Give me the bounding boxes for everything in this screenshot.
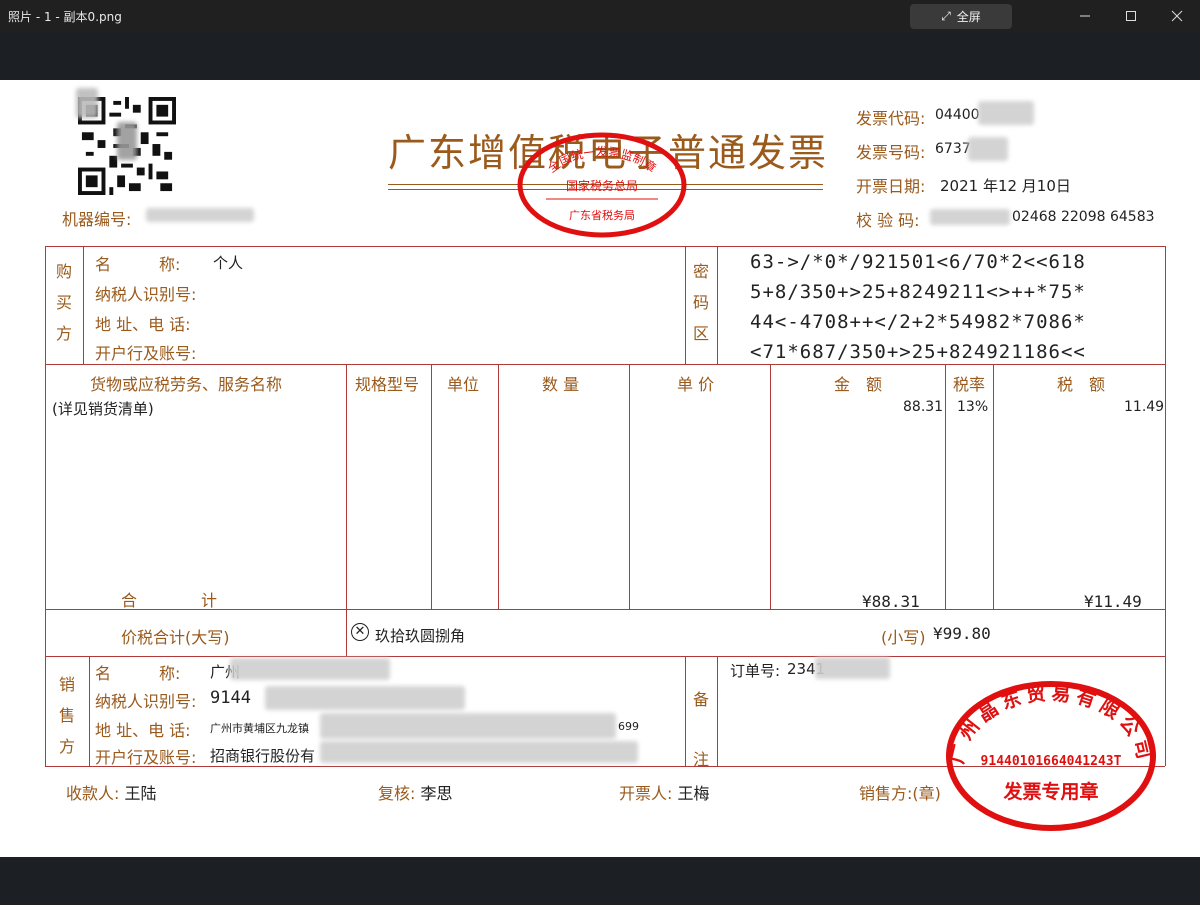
col-header-quantity: 数 量 bbox=[542, 375, 580, 394]
invoice-date-value: 2021 年12 月10日 bbox=[940, 177, 1071, 195]
fullscreen-label: 全屏 bbox=[956, 10, 981, 24]
machine-no-label: 机器编号: bbox=[62, 210, 132, 229]
redaction bbox=[230, 658, 390, 680]
reviewer-field: 复核: 李思 bbox=[378, 784, 453, 803]
redaction bbox=[930, 209, 1010, 225]
payee-name: 王陆 bbox=[124, 784, 157, 803]
total-tax: ¥11.49 bbox=[1084, 592, 1142, 611]
invoice-date-label: 开票日期: bbox=[856, 177, 926, 196]
invoice-number-label: 发票号码: bbox=[856, 143, 926, 162]
stamp-top-text: 全国统一发票监制章 bbox=[545, 144, 660, 175]
payee-field: 收款人: 王陆 bbox=[66, 784, 157, 803]
cipher-line: 5+8/350+>25+8249211<>++*75* bbox=[750, 281, 1086, 303]
invoice-code-label: 发票代码: bbox=[856, 109, 926, 128]
drawer-name: 王梅 bbox=[677, 784, 710, 803]
col-header-unit: 单位 bbox=[447, 375, 480, 394]
item-amount: 88.31 bbox=[903, 399, 944, 415]
minimize-icon bbox=[1080, 15, 1090, 17]
grand-total-label: 价税合计(大写) bbox=[121, 628, 230, 647]
redaction bbox=[320, 741, 638, 763]
grand-total-small-value: ¥99.80 bbox=[933, 624, 991, 643]
redaction bbox=[978, 101, 1034, 125]
seller-tax-id-label: 纳税人识别号: bbox=[95, 692, 197, 711]
svg-text:全国统一发票监制章: 全国统一发票监制章 bbox=[545, 144, 660, 175]
maximize-icon bbox=[1126, 11, 1136, 21]
total-amount: ¥88.31 bbox=[862, 592, 920, 611]
item-tax: 11.49 bbox=[1124, 399, 1165, 415]
col-header-tax-amount: 税 额 bbox=[1057, 375, 1106, 394]
stamp-bottom-text: 广东省税务局 bbox=[569, 208, 635, 222]
reviewer-name: 李思 bbox=[420, 784, 453, 803]
invoice-code-value: 04400 bbox=[935, 107, 980, 123]
seller-seal-label: 销售方:(章) bbox=[859, 784, 941, 803]
buyer-side-label: 购买方 bbox=[55, 262, 72, 343]
close-icon bbox=[1171, 10, 1183, 22]
check-code-label: 校 验 码: bbox=[856, 211, 920, 230]
col-header-spec: 规格型号 bbox=[355, 375, 420, 394]
drawer-field: 开票人: 王梅 bbox=[619, 784, 710, 803]
cipher-line: 63->/*0*/921501<6/70*2<<618 bbox=[750, 251, 1086, 273]
seller-side-label: 销售方 bbox=[58, 675, 75, 756]
viewer-top-strip bbox=[0, 32, 1200, 80]
seller-tax-id-value: 9144 bbox=[210, 688, 251, 708]
seller-bank-label: 开户行及账号: bbox=[95, 748, 197, 767]
buyer-name-label: 名 称: bbox=[95, 255, 181, 274]
buyer-tax-id-label: 纳税人识别号: bbox=[95, 285, 197, 304]
invoice-number-value: 6737 bbox=[935, 141, 971, 157]
minimize-button[interactable] bbox=[1062, 0, 1108, 32]
redaction bbox=[117, 122, 137, 160]
tax-bureau-stamp-icon: 全国统一发票监制章 国家税务总局 广东省税务局 bbox=[517, 132, 687, 238]
seal-tax-no: 91440101664041243T bbox=[981, 754, 1122, 769]
grand-total-upper: 玖拾玖圆捌角 bbox=[375, 627, 466, 645]
viewer-bottom-strip bbox=[0, 857, 1200, 905]
col-header-tax-rate: 税率 bbox=[953, 375, 986, 394]
seller-name-label: 名 称: bbox=[95, 664, 181, 683]
total-label-b: 计 bbox=[201, 591, 218, 610]
order-number-label: 订单号: bbox=[730, 662, 781, 680]
redaction bbox=[320, 713, 616, 739]
circle-x-icon: ✕ bbox=[351, 623, 369, 641]
seller-address-value: 广州市黄埔区九龙镇 bbox=[210, 722, 309, 735]
seller-address-tail: 699 bbox=[618, 720, 639, 733]
total-label-a: 合 bbox=[121, 591, 138, 610]
col-header-unit-price: 单 价 bbox=[677, 375, 715, 394]
window-titlebar: 照片 - 1 - 副本0.png ⤢ 全屏 bbox=[0, 0, 1200, 32]
col-header-amount: 金 额 bbox=[834, 375, 883, 394]
remarks-side-label: 备注 bbox=[692, 690, 709, 769]
cipher-line: 44<-4708++</2+2*54982*7086* bbox=[750, 311, 1086, 333]
redaction bbox=[76, 88, 98, 118]
redaction bbox=[815, 657, 890, 679]
maximize-button[interactable] bbox=[1108, 0, 1154, 32]
cipher-side-label: 密码区 bbox=[692, 262, 709, 343]
check-code-value: 02468 22098 64583 bbox=[1012, 209, 1155, 225]
seller-address-label: 地 址、电 话: bbox=[95, 721, 191, 740]
buyer-address-label: 地 址、电 话: bbox=[95, 315, 191, 334]
stamp-mid-text: 国家税务总局 bbox=[566, 178, 638, 193]
redaction bbox=[968, 137, 1008, 161]
expand-icon: ⤢ bbox=[941, 9, 951, 23]
invoice-image: 机器编号: 广东增值税电子普通发票 全国统一发票监制章 国家税务总局 广东省税务… bbox=[0, 80, 1200, 857]
redaction bbox=[265, 686, 465, 710]
seal-caption: 发票专用章 bbox=[1002, 780, 1098, 803]
item-name: (详见销货清单) bbox=[52, 400, 154, 418]
fullscreen-button[interactable]: ⤢ 全屏 bbox=[910, 4, 1012, 29]
seller-bank-value: 招商银行股份有 bbox=[210, 747, 316, 765]
close-button[interactable] bbox=[1154, 0, 1200, 32]
col-header-item-name: 货物或应税劳务、服务名称 bbox=[90, 375, 283, 394]
buyer-bank-label: 开户行及账号: bbox=[95, 344, 197, 363]
buyer-name-value: 个人 bbox=[213, 254, 244, 272]
cipher-line: <71*687/350+>25+824921186<< bbox=[750, 341, 1086, 363]
window-title: 照片 - 1 - 副本0.png bbox=[8, 10, 122, 24]
grand-total-small-label: (小写) bbox=[881, 628, 926, 647]
redaction bbox=[146, 208, 254, 222]
item-tax-rate: 13% bbox=[957, 399, 989, 415]
invoice-seal-stamp-icon: 广州晶东贸易有限公司 91440101664041243T 发票专用章 bbox=[945, 681, 1156, 831]
